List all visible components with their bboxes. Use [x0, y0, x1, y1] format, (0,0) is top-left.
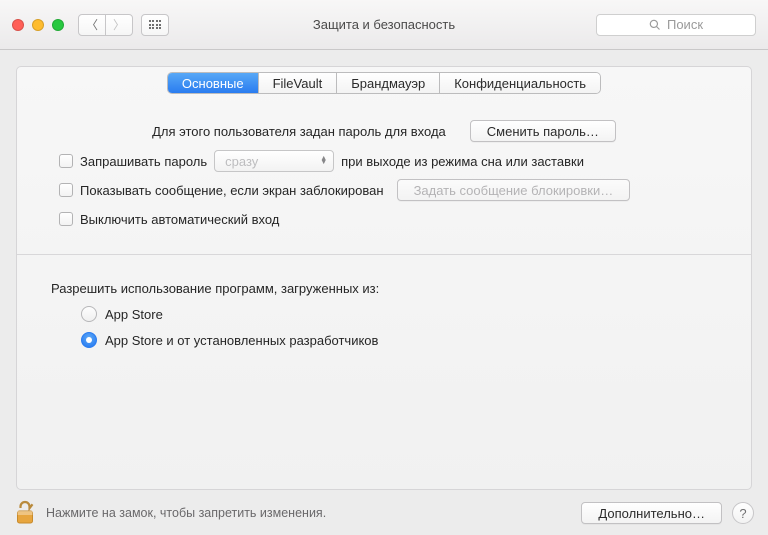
nav-buttons: 〈 〉 — [78, 14, 133, 36]
require-password-label-suffix: при выходе из режима сна или заставки — [341, 154, 584, 169]
grid-icon — [149, 20, 161, 28]
allow-apps-radio-group: App Store App Store и от установленных р… — [81, 306, 721, 348]
require-password-delay-select[interactable]: сразу ▲▼ — [214, 150, 334, 172]
tab-privacy[interactable]: Конфиденциальность — [440, 73, 600, 93]
password-row: Для этого пользователя задан пароль для … — [47, 120, 721, 142]
allow-apps-option-appstore[interactable]: App Store — [81, 306, 721, 322]
advanced-button[interactable]: Дополнительно… — [581, 502, 722, 524]
show-lock-message-checkbox[interactable] — [59, 183, 73, 197]
footer-bar: Нажмите на замок, чтобы запретить измене… — [0, 491, 768, 535]
disable-autologin-label: Выключить автоматический вход — [80, 212, 279, 227]
require-password-label-prefix: Запрашивать пароль — [80, 154, 207, 169]
require-password-checkbox[interactable] — [59, 154, 73, 168]
tab-filevault[interactable]: FileVault — [259, 73, 338, 93]
show-lock-message-row: Показывать сообщение, если экран заблоки… — [47, 179, 721, 201]
window-controls — [12, 19, 64, 31]
zoom-icon[interactable] — [52, 19, 64, 31]
general-pane: Для этого пользователя задан пароль для … — [17, 94, 751, 348]
show-all-button[interactable] — [141, 14, 169, 36]
show-lock-message-label: Показывать сообщение, если экран заблоки… — [80, 183, 384, 198]
password-set-label: Для этого пользователя задан пароль для … — [152, 124, 446, 139]
minimize-icon[interactable] — [32, 19, 44, 31]
require-password-row: Запрашивать пароль сразу ▲▼ при выходе и… — [47, 150, 721, 172]
chevron-left-icon: 〈 — [86, 16, 98, 33]
tab-bar: Основные FileVault Брандмауэр Конфиденци… — [17, 72, 751, 94]
radio-label: App Store — [105, 307, 163, 322]
prefs-panel: Основные FileVault Брандмауэр Конфиденци… — [16, 66, 752, 490]
close-icon[interactable] — [12, 19, 24, 31]
tab-general[interactable]: Основные — [168, 73, 259, 93]
radio-label: App Store и от установленных разработчик… — [105, 333, 378, 348]
help-button[interactable]: ? — [732, 502, 754, 524]
search-placeholder: Поиск — [667, 17, 703, 32]
chevron-updown-icon: ▲▼ — [320, 157, 327, 165]
section-divider — [17, 254, 751, 255]
tab-firewall[interactable]: Брандмауэр — [337, 73, 440, 93]
change-password-button[interactable]: Сменить пароль… — [470, 120, 616, 142]
search-input[interactable]: Поиск — [596, 14, 756, 36]
disable-autologin-row: Выключить автоматический вход — [47, 208, 721, 230]
delay-select-value: сразу — [225, 154, 258, 169]
search-icon — [649, 19, 661, 31]
radio-icon — [81, 332, 97, 348]
radio-icon — [81, 306, 97, 322]
forward-button[interactable]: 〉 — [105, 14, 133, 36]
disable-autologin-checkbox[interactable] — [59, 212, 73, 226]
lock-hint-text: Нажмите на замок, чтобы запретить измене… — [46, 506, 326, 520]
back-button[interactable]: 〈 — [78, 14, 106, 36]
chevron-right-icon: 〉 — [113, 16, 125, 33]
set-lock-message-button[interactable]: Задать сообщение блокировки… — [397, 179, 631, 201]
lock-icon[interactable] — [14, 500, 36, 526]
allow-apps-label: Разрешить использование программ, загруж… — [51, 281, 721, 296]
window-titlebar: 〈 〉 Защита и безопасность Поиск — [0, 0, 768, 50]
allow-apps-option-identified[interactable]: App Store и от установленных разработчик… — [81, 332, 721, 348]
